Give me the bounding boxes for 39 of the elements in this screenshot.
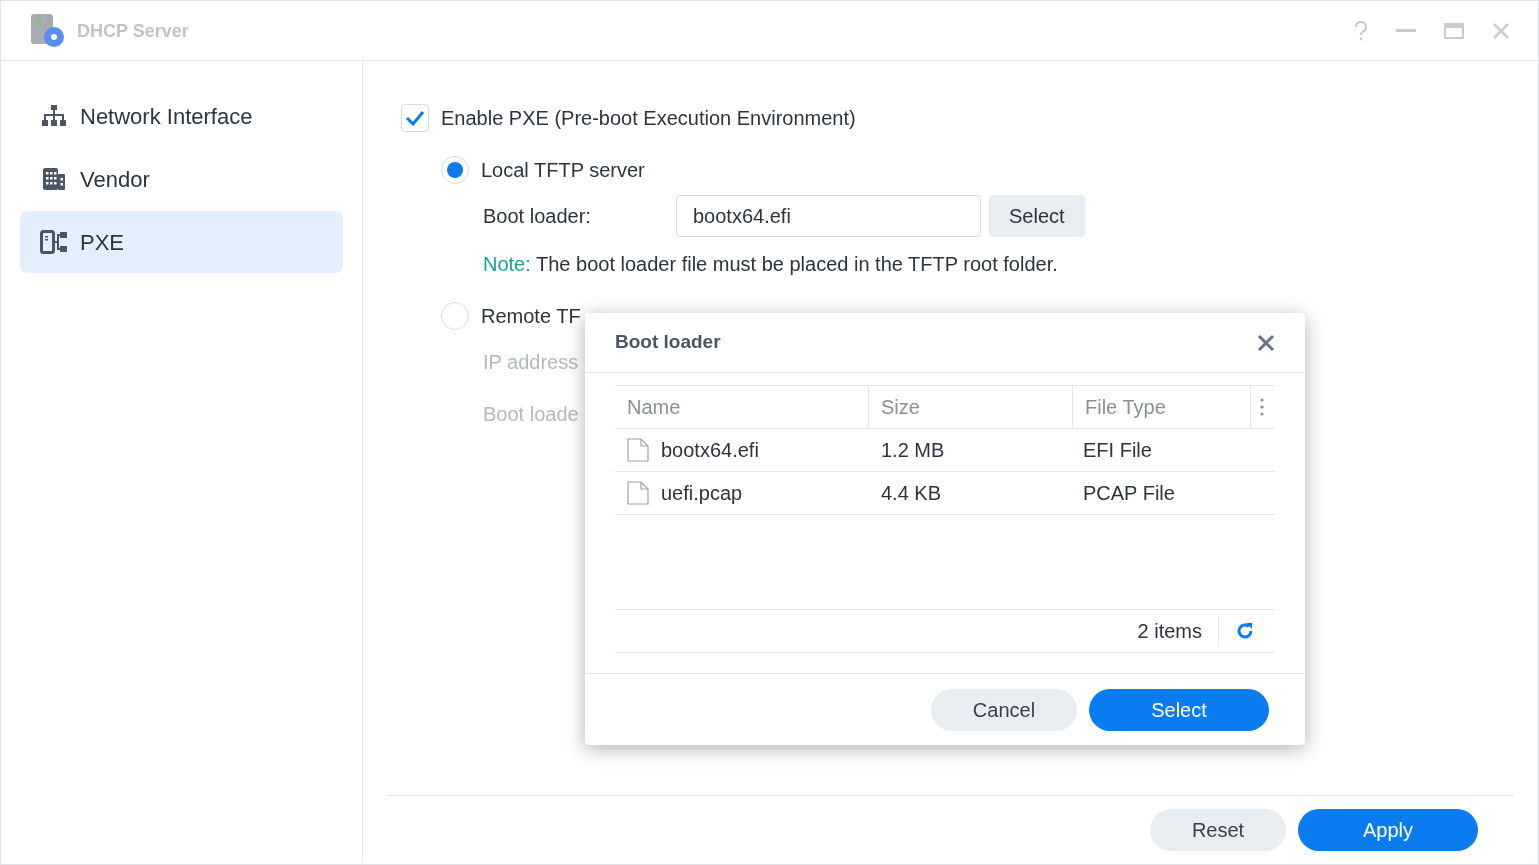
network-icon — [42, 105, 66, 127]
checkbox-label: Enable PXE (Pre-boot Execution Environment) — [441, 106, 856, 131]
reset-button[interactable]: Reset — [1150, 808, 1286, 851]
close-icon[interactable] — [1257, 333, 1275, 352]
maximize-icon[interactable] — [1444, 22, 1464, 39]
file-type: EFI File — [1082, 438, 1152, 463]
file-name: bootx64.efi — [661, 438, 759, 463]
checkbox[interactable] — [401, 104, 429, 132]
note-text: Note: The boot loader file must be placed in the TFTP root folder. — [483, 252, 1059, 277]
refresh-icon[interactable] — [1235, 621, 1255, 641]
minimize-icon[interactable] — [1396, 28, 1416, 33]
boot-loader-field[interactable]: bootx64.efi — [676, 195, 981, 237]
server-icon — [40, 230, 68, 254]
radio-label: Local TFTP server — [481, 158, 645, 183]
dialog-title: Boot loader — [615, 330, 721, 355]
field-label: Boot loade — [483, 403, 579, 425]
field-label: IP address — [483, 351, 579, 373]
sidebar-item[interactable]: Network Interface — [20, 85, 343, 147]
sidebar-item[interactable]: PXE — [20, 211, 343, 273]
file-type: PCAP File — [1082, 481, 1175, 506]
select-button[interactable]: Select — [1089, 688, 1269, 731]
more-icon[interactable] — [1260, 398, 1264, 416]
file-size: 1.2 MB — [880, 438, 946, 463]
select-button[interactable]: Select — [989, 195, 1085, 237]
sidebar-item[interactable]: Vendor — [20, 148, 343, 210]
radio-label: Remote TF — [481, 304, 581, 329]
help-icon[interactable] — [1354, 20, 1368, 41]
apply-button[interactable]: Apply — [1298, 808, 1478, 851]
file-name: uefi.pcap — [661, 481, 743, 506]
building-icon — [42, 167, 66, 191]
item-count: 2 items — [1137, 616, 1219, 646]
cancel-button[interactable]: Cancel — [931, 688, 1077, 731]
check-icon — [405, 110, 425, 126]
file-size: 4.4 KB — [880, 481, 943, 506]
file-icon — [627, 481, 649, 505]
field-label: Boot loader: — [483, 205, 591, 227]
window-title: DHCP Server — [77, 19, 189, 43]
file-icon — [627, 438, 649, 462]
app-icon — [29, 13, 65, 48]
